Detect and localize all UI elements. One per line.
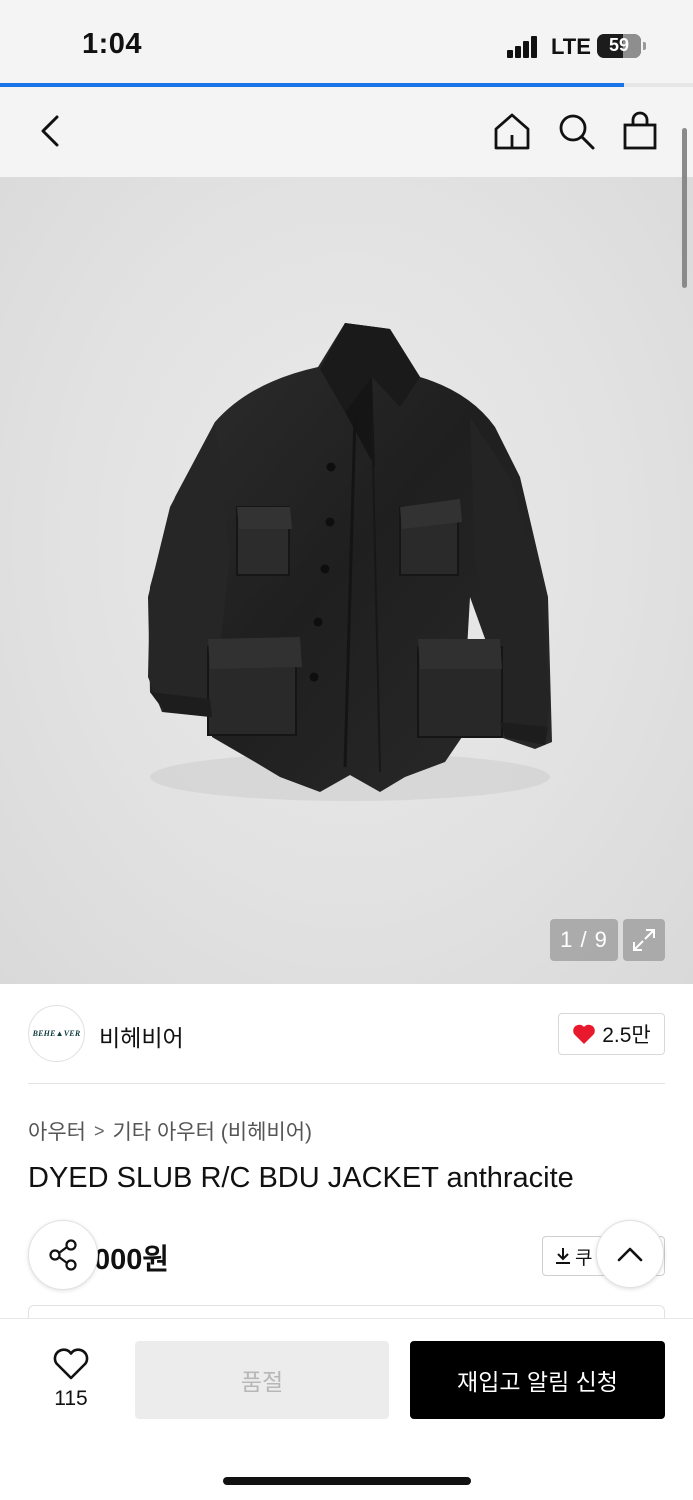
coupon-label: 쿠 <box>575 1247 593 1269</box>
back-chevron-icon[interactable] <box>28 109 72 153</box>
product-photo <box>148 323 552 801</box>
product-title: DYED SLUB R/C BDU JACKET anthracite <box>28 1162 574 1194</box>
expand-icon[interactable] <box>623 919 665 961</box>
battery-icon: 59 <box>597 34 641 58</box>
bottom-action-bar: 115 품절 재입고 알림 신청 <box>0 1318 693 1500</box>
breadcrumb-subcategory[interactable]: 기타 아우터 (비헤비어) <box>112 1116 312 1146</box>
product-image-gallery[interactable]: 1 / 9 <box>0 177 693 984</box>
wishlist-button[interactable]: 115 <box>40 1347 102 1411</box>
scrollbar[interactable] <box>682 128 687 288</box>
top-nav-bar <box>0 87 693 177</box>
shopping-bag-icon[interactable] <box>618 109 662 153</box>
heart-filled-icon <box>573 1024 596 1044</box>
chevron-right-icon: > <box>93 1120 105 1141</box>
brand-logo[interactable]: BEHE▲VER <box>28 1005 85 1062</box>
network-type: LTE <box>551 34 591 59</box>
image-counter: 1 / 9 <box>550 919 618 961</box>
brand-name[interactable]: 비헤비어 <box>99 1019 184 1053</box>
download-icon <box>556 1248 570 1264</box>
brand-like-button[interactable]: 2.5만 <box>558 1013 665 1055</box>
signal-strength-icon <box>507 36 539 58</box>
search-icon[interactable] <box>554 109 598 153</box>
scroll-to-top-button[interactable] <box>596 1220 664 1288</box>
battery-percent: 59 <box>608 35 630 55</box>
status-bar: 1:04 LTE 59 <box>0 0 693 84</box>
heart-outline-icon <box>53 1348 89 1380</box>
home-icon[interactable] <box>490 109 534 153</box>
share-button[interactable] <box>28 1220 98 1290</box>
breadcrumb-category[interactable]: 아우터 <box>28 1116 86 1146</box>
status-time: 1:04 <box>82 28 143 60</box>
battery-tip <box>643 42 646 50</box>
brand-like-count: 2.5만 <box>602 1024 651 1047</box>
home-indicator <box>223 1477 471 1485</box>
breadcrumb: 아우터 > 기타 아우터 (비헤비어) <box>28 1116 312 1146</box>
brand-row: BEHE▲VER 비헤비어 2.5만 <box>28 1005 665 1063</box>
wishlist-count: 115 <box>54 1387 88 1410</box>
chevron-up-icon <box>617 1247 643 1262</box>
product-price: 000원 <box>94 1244 170 1276</box>
divider <box>28 1083 665 1084</box>
share-icon <box>49 1239 77 1271</box>
restock-alert-button[interactable]: 재입고 알림 신청 <box>410 1341 665 1419</box>
sold-out-button: 품절 <box>135 1341 389 1419</box>
